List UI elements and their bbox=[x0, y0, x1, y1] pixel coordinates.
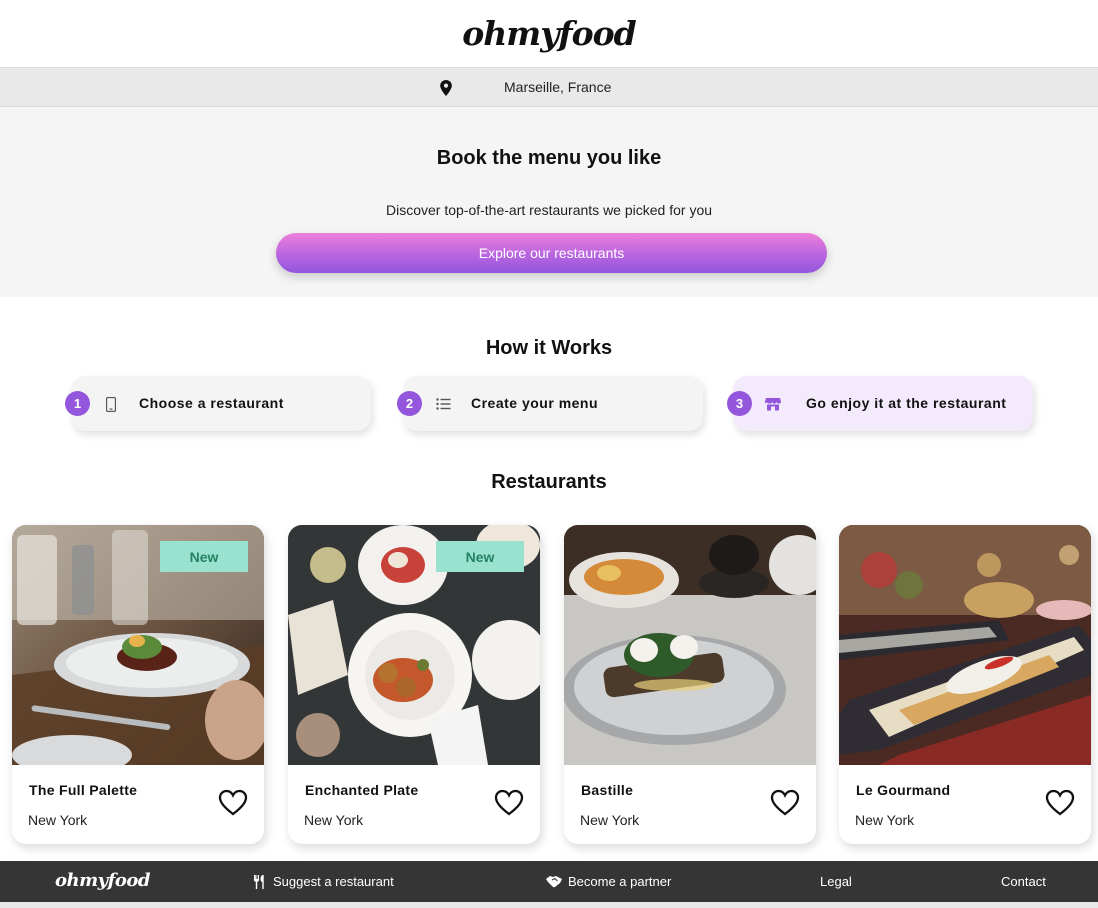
restaurant-card[interactable]: New Enchanted Plate New York bbox=[288, 525, 540, 844]
site-logo[interactable]: ohmyfood bbox=[462, 14, 636, 53]
restaurant-card[interactable]: Le Gourmand New York bbox=[839, 525, 1091, 844]
restaurant-name: The Full Palette bbox=[29, 782, 138, 798]
heart-icon[interactable] bbox=[494, 789, 524, 816]
restaurant-card[interactable]: Bastille New York bbox=[564, 525, 816, 844]
step-create-menu[interactable]: 2 Create your menu bbox=[397, 376, 703, 431]
site-footer: ohmyfood Suggest a restaurant Become a p… bbox=[0, 861, 1098, 902]
footer-link-label: Legal bbox=[820, 874, 852, 889]
restaurant-city: New York bbox=[28, 812, 88, 828]
explore-restaurants-button[interactable]: Explore our restaurants bbox=[276, 233, 827, 273]
footer-link-suggest[interactable]: Suggest a restaurant bbox=[253, 874, 394, 889]
restaurants-title: Restaurants bbox=[491, 471, 607, 493]
step-label: Go enjoy it at the restaurant bbox=[806, 395, 1007, 411]
step-choose-restaurant[interactable]: 1 Choose a restaurant bbox=[65, 376, 371, 431]
restaurant-name: Enchanted Plate bbox=[305, 782, 419, 798]
footer-link-label: Suggest a restaurant bbox=[273, 874, 394, 889]
restaurant-photo: New bbox=[12, 525, 264, 765]
heart-icon[interactable] bbox=[218, 789, 248, 816]
step-number: 1 bbox=[65, 391, 90, 416]
restaurant-city: New York bbox=[855, 812, 915, 828]
handshake-icon bbox=[546, 876, 562, 888]
heart-icon[interactable] bbox=[770, 789, 800, 816]
how-it-works-title: How it Works bbox=[485, 337, 613, 359]
footer-link-partner[interactable]: Become a partner bbox=[546, 874, 671, 889]
location-bar: Marseille, France bbox=[0, 67, 1098, 107]
site-header: ohmyfood bbox=[0, 0, 1098, 67]
restaurant-photo: New bbox=[288, 525, 540, 765]
restaurant-city: New York bbox=[580, 812, 640, 828]
map-pin-icon bbox=[440, 80, 452, 96]
utensils-icon bbox=[254, 874, 264, 889]
footer-link-label: Contact bbox=[1001, 874, 1046, 889]
footer-link-legal[interactable]: Legal bbox=[820, 874, 852, 889]
restaurant-card[interactable]: New The Full Palette New York bbox=[12, 525, 264, 844]
heart-icon[interactable] bbox=[1045, 789, 1075, 816]
restaurant-name: Le Gourmand bbox=[856, 782, 951, 798]
step-number: 2 bbox=[397, 391, 422, 416]
new-badge: New bbox=[436, 541, 524, 572]
footer-logo[interactable]: ohmyfood bbox=[55, 870, 150, 891]
restaurant-photo bbox=[839, 525, 1091, 765]
restaurant-city: New York bbox=[304, 812, 364, 828]
bottom-strip bbox=[0, 902, 1098, 908]
mobile-phone-icon bbox=[103, 396, 119, 412]
footer-link-contact[interactable]: Contact bbox=[1001, 874, 1046, 889]
store-icon bbox=[765, 396, 781, 412]
step-number: 3 bbox=[727, 391, 752, 416]
new-badge: New bbox=[160, 541, 248, 572]
location-text[interactable]: Marseille, France bbox=[504, 79, 611, 95]
step-enjoy-restaurant[interactable]: 3 Go enjoy it at the restaurant bbox=[727, 376, 1033, 431]
step-label: Choose a restaurant bbox=[139, 395, 284, 411]
footer-link-label: Become a partner bbox=[568, 874, 672, 889]
hero-title: Book the menu you like bbox=[436, 147, 662, 169]
restaurant-photo bbox=[564, 525, 816, 765]
hero-section: Book the menu you like Discover top-of-t… bbox=[0, 107, 1098, 297]
restaurant-name: Bastille bbox=[581, 782, 634, 798]
step-label: Create your menu bbox=[471, 395, 599, 411]
list-icon bbox=[435, 396, 451, 412]
hero-subtitle: Discover top-of-the-art restaurants we p… bbox=[385, 202, 713, 218]
